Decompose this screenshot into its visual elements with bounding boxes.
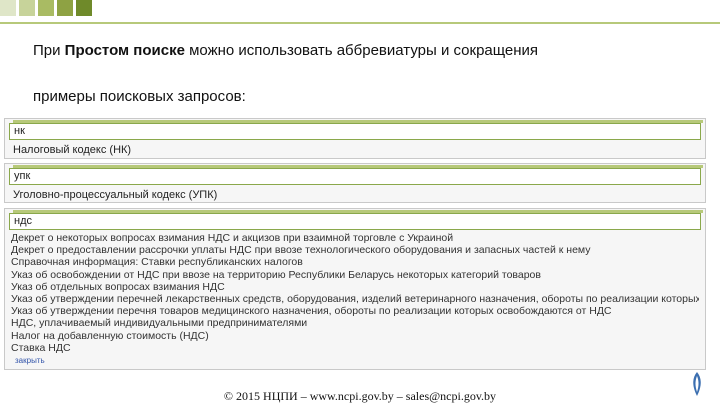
search-input-nds[interactable]: ндс xyxy=(9,210,703,230)
search-input-nk[interactable]: нк xyxy=(9,120,703,140)
decor-square xyxy=(0,0,16,16)
decor-square xyxy=(19,0,35,16)
decor-square xyxy=(76,0,92,16)
search-input-upk[interactable]: упк xyxy=(9,165,703,185)
list-item[interactable]: НДС, уплачиваемый индивидуальными предпр… xyxy=(11,317,699,329)
list-item[interactable]: Декрет о предоставлении рассрочки уплаты… xyxy=(11,244,699,256)
list-item[interactable]: Указ об освобождении от НДС при ввозе на… xyxy=(11,269,699,281)
logo-icon xyxy=(693,372,701,396)
footer-copyright: © 2015 НЦПИ – www.ncpi.gov.by – sales@nc… xyxy=(223,389,497,403)
example-panel-nk: нк Налоговый кодекс (НК) xyxy=(4,118,706,159)
list-item[interactable]: Налог на добавленную стоимость (НДС) xyxy=(11,330,699,342)
search-result[interactable]: Уголовно-процессуальный кодекс (УПК) xyxy=(5,185,705,205)
search-result[interactable]: Налоговый кодекс (НК) xyxy=(5,140,705,160)
result-list: Декрет о некоторых вопросах взимания НДС… xyxy=(5,230,705,354)
list-item[interactable]: Указ об отдельных вопросах взимания НДС xyxy=(11,281,699,293)
intro-text: При Простом поиске можно использовать аб… xyxy=(33,42,539,59)
decor-square xyxy=(38,0,54,16)
list-item[interactable]: Декрет о некоторых вопросах взимания НДС… xyxy=(11,232,699,244)
list-item[interactable]: Указ об утверждении перечня товаров меди… xyxy=(11,305,699,317)
list-item[interactable]: Справочная информация: Ставки республика… xyxy=(11,256,699,268)
list-item[interactable]: Ставка НДС xyxy=(11,342,699,354)
decor-squares xyxy=(0,0,92,16)
intro-bold: Простом поиске xyxy=(64,42,185,59)
decor-square xyxy=(57,0,73,16)
close-link[interactable]: закрыть xyxy=(15,356,45,365)
header-divider xyxy=(0,22,720,24)
list-item[interactable]: Указ об утверждении перечней лекарственн… xyxy=(11,293,699,305)
example-panel-upk: упк Уголовно-процессуальный кодекс (УПК) xyxy=(4,163,706,203)
subtitle: примеры поисковых запросов: xyxy=(33,88,246,105)
example-panel-nds: ндс Декрет о некоторых вопросах взимания… xyxy=(4,208,706,370)
